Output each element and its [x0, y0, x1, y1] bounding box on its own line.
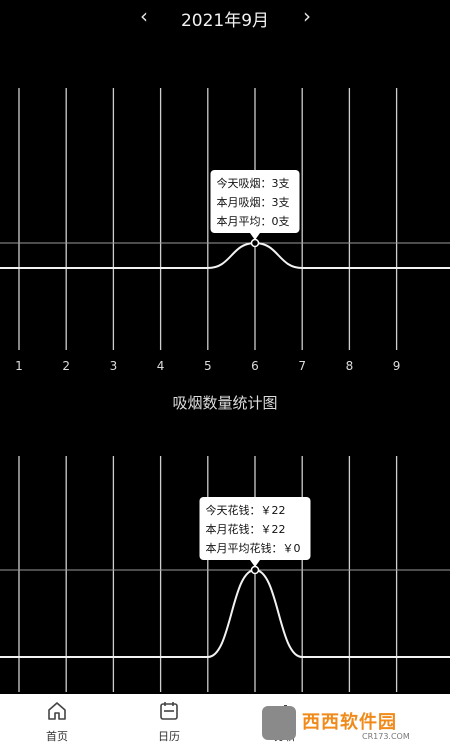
tooltip-line: 今天吸烟：3支 [217, 176, 290, 190]
data-point-6 [250, 565, 260, 575]
tooltip-pointer [250, 560, 260, 567]
data-point-6 [250, 238, 260, 248]
chevron-right-icon[interactable]: › [297, 4, 317, 28]
x-tick-label-2: 2 [62, 359, 70, 373]
x-tick-label-6: 6 [251, 359, 259, 373]
month-title: 2021年9月 [180, 11, 270, 31]
x-tick-label-7: 7 [298, 359, 306, 373]
x-tick-label-8: 8 [346, 359, 354, 373]
tab-calendar[interactable]: 日历 [134, 700, 204, 746]
tooltip-line: 本月花钱：￥22 [206, 522, 286, 536]
tab-home-label: 首页 [46, 730, 68, 743]
x-tick-label-9: 9 [393, 359, 401, 373]
home-icon [48, 702, 66, 720]
series-line [0, 241, 450, 269]
series-line [0, 568, 450, 658]
smoking-cost-chart: 今天花钱：￥22 本月花钱：￥22 本月平均花钱：￥0 [0, 456, 450, 692]
watermark-sub: CR173.COM [362, 732, 410, 741]
tooltip: 今天吸烟：3支本月吸烟：3支本月平均：0支 [210, 170, 300, 240]
tooltip-line: 本月平均花钱：￥0 [206, 541, 301, 555]
chevron-left-icon[interactable]: ‹ [134, 4, 154, 28]
tooltip-line: 本月平均：0支 [217, 214, 290, 228]
tab-home[interactable]: 首页 [22, 700, 92, 746]
tab-calendar-label: 日历 [158, 730, 180, 743]
watermark-text: 西西软件园 [302, 712, 397, 733]
tooltip-pointer [250, 233, 260, 240]
header: ‹ 2021年9月 › [0, 0, 450, 36]
calendar-icon [160, 702, 178, 720]
watermark-logo: 西西软件园 CR173.COM [262, 704, 442, 744]
x-tick-label-4: 4 [157, 359, 165, 373]
x-tick-label-1: 1 [15, 359, 23, 373]
tooltip-line: 今天花钱：￥22 [206, 503, 286, 517]
smoking-count-chart: 今天吸烟：3支本月吸烟：3支本月平均：0支 1 2 3 4 5 6 7 8 9 [0, 88, 450, 373]
chart-title: 吸烟数量统计图 [172, 394, 278, 412]
tooltip-line: 本月吸烟：3支 [217, 195, 290, 209]
watermark-badge-icon [262, 706, 296, 740]
x-tick-label-3: 3 [110, 359, 118, 373]
x-tick-label-5: 5 [204, 359, 212, 373]
tooltip: 今天花钱：￥22 本月花钱：￥22 本月平均花钱：￥0 [199, 497, 311, 567]
